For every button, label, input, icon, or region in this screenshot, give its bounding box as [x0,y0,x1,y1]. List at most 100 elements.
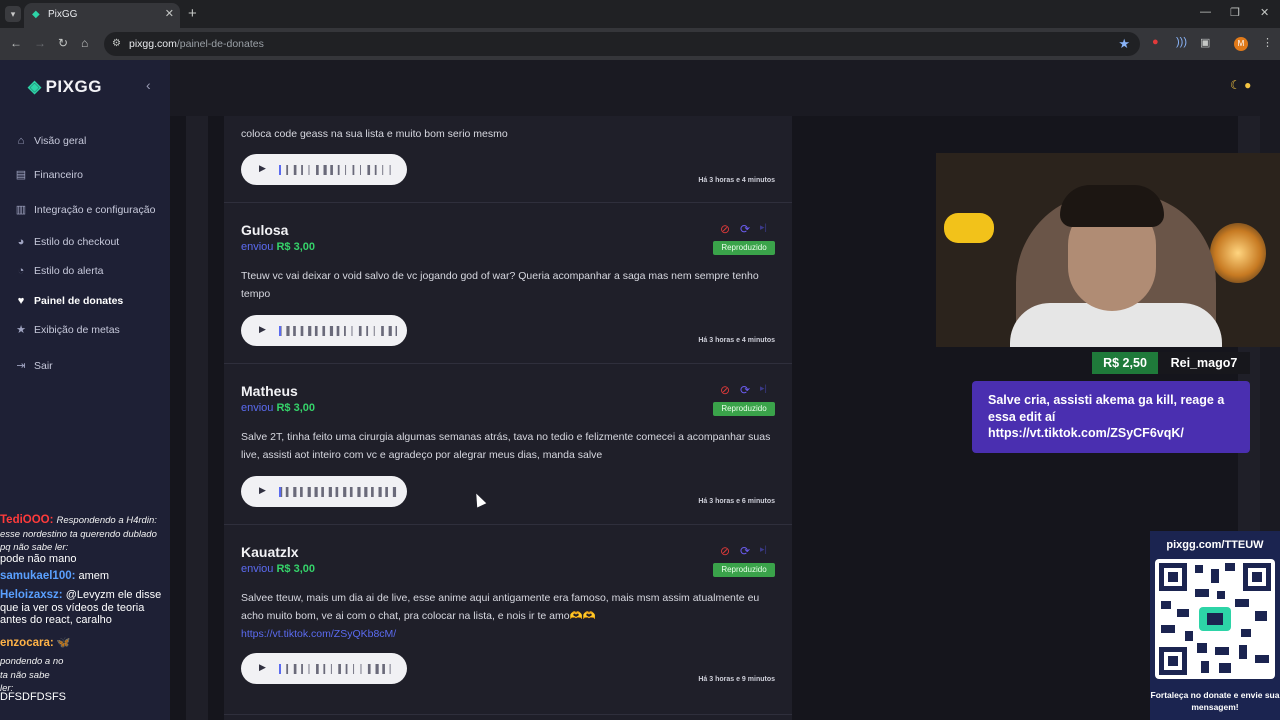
donate-icon: ♥ [17,295,25,307]
block-icon[interactable]: ⊘ [720,544,730,558]
alert-message: Salve cria, assisti akema ga kill, reage… [972,381,1250,453]
waveform[interactable]: ▏▎▍▎▏▍▎▏▍▎▏▏▍▌▍▏▎▍▏▍ [279,664,397,674]
media-icon[interactable]: ))) [1176,36,1187,48]
address-bar[interactable]: ⚙ pixgg.com/painel-de-donates ★ [104,32,1140,56]
sidebar-item-estilo-checkout[interactable]: ◕ Estilo do checkout [14,234,170,252]
donation-time: Há 3 horas e 4 minutos [698,177,775,184]
minimize-icon[interactable]: — [1200,6,1211,18]
extensions-puzzle-icon[interactable]: ▣ [1200,36,1210,49]
sidebar-item-painel-donates[interactable]: ♥ Painel de donates [14,293,170,311]
replay-icon[interactable]: ⟳ [740,383,750,397]
sidebar-item-visao-geral[interactable]: ⌂ Visão geral [14,133,170,151]
block-icon[interactable]: ⊘ [720,383,730,397]
pixgg-logo-icon: ◈ [28,77,42,96]
qr-overlay: pixgg.com/TTEUW Fortaleça no donate e en… [1150,531,1280,720]
chat-text: amem [78,570,110,582]
donor-name: Kauatzlx [241,544,299,560]
donation-amount: R$ 3,00 [276,563,316,575]
palette-icon: ◕ [17,236,25,248]
donation-time: Há 3 horas e 4 minutos [698,337,775,344]
donation-amount-line: enviou R$ 3,00 [241,241,316,253]
lamp-light [1210,223,1266,283]
browser-tab-bar: ▾ ◆ PixGG ✕ + — ❐ ✕ [0,0,1280,28]
sidebar-item-integracao[interactable]: ▥ Integração e configuração [14,202,170,220]
sidebar-item-label: Estilo do checkout [34,236,120,248]
browser-tab[interactable]: ◆ PixGG ✕ [24,3,180,28]
skip-icon[interactable]: ▸| [760,383,767,394]
chat-username: enzocara: [0,637,54,649]
home-icon: ⌂ [17,135,25,147]
donation-amount: R$ 3,00 [276,241,316,253]
chat-username: Heloizaxsz: [0,589,63,601]
home-icon[interactable]: ⌂ [81,36,88,50]
donation-amount-line: enviou R$ 3,00 [241,563,316,575]
donation-message: Salvee tteuw, mais um dia ai de live, es… [241,592,760,640]
sidebar-item-financeiro[interactable]: ▤ Financeiro [14,167,170,185]
donation-message: coloca code geass na sua lista e muito b… [241,128,508,140]
status-badge: Reproduzido [713,241,775,255]
audio-player[interactable]: ▶ ▏▎▍▎▏▍▎▏▍▎▏▏▍▌▍▏▎▍▏▍ [241,653,407,684]
close-window-icon[interactable]: ✕ [1260,6,1269,19]
new-tab-button[interactable]: + [188,5,197,22]
brand-logo[interactable]: ◈ PIXGG [28,77,102,97]
waveform[interactable]: ▍▌▍▍▌▍▍▌▍▎▏▍▎▏▍▌▍▍▌▍ [279,326,397,336]
menu-dots-icon[interactable]: ⋮ [1262,36,1273,49]
sidebar-item-estilo-alerta[interactable]: ◔ Estilo do alerta [14,263,170,281]
replay-icon[interactable]: ⟳ [740,222,750,236]
sidebar-item-sair[interactable]: ⇥ Sair [14,358,170,376]
donation-message: Salve 2T, tinha feito uma cirurgia algum… [241,431,771,461]
close-tab-icon[interactable]: ✕ [165,7,174,20]
audio-player[interactable]: ▶ ▍▌▍▍▌▍▍▌▍▎▏▍▎▏▍▌▍▍▌▍ [241,315,407,346]
donation-link[interactable]: https://vt.tiktok.com/ZSyQKb8cM/ [241,628,396,640]
skip-icon[interactable]: ▸| [760,222,767,233]
reload-icon[interactable]: ↻ [58,36,68,50]
sidebar-item-label: Integração e configuração [34,204,156,216]
browser-toolbar: ← → ↻ ⌂ ⚙ pixgg.com/painel-de-donates ★ … [0,28,1280,60]
bookmark-star-icon[interactable]: ★ [1118,36,1130,52]
donation-time: Há 3 horas e 6 minutos [698,498,775,505]
back-icon[interactable]: ← [10,36,22,50]
extension-icon[interactable]: ● [1152,36,1159,48]
play-icon[interactable]: ▶ [259,662,266,673]
tab-search-icon[interactable]: ▾ [5,6,21,22]
settings-icon: ▥ [15,204,27,216]
play-icon[interactable]: ▶ [259,163,266,174]
chat-text: pode não mano [0,553,77,565]
donor-name: Matheus [241,383,298,399]
audio-player[interactable]: ▶ ▏▎▍▎▏▍▌▍▎▏▎▏▍▎▏▏▎▏▎▏ [241,154,407,185]
chat-message: enzocara: 🦋 [0,637,170,650]
forward-icon[interactable]: → [34,36,46,50]
replay-icon[interactable]: ⟳ [740,544,750,558]
status-badge: Reproduzido [713,563,775,577]
qr-code [1155,559,1275,679]
collapse-sidebar-icon[interactable]: ‹ [146,77,151,93]
skip-icon[interactable]: ▸| [760,544,767,555]
play-icon[interactable]: ▶ [259,485,266,496]
lamp-light [944,213,994,243]
block-icon[interactable]: ⊘ [720,222,730,236]
audio-player[interactable]: ▶ ▌▍▌▍▌▌▍▌▍▌▍▌▌▍▌▍▌▍▌▌ [241,476,407,507]
theme-toggle-moon-icon[interactable]: ☾ ● [1230,78,1251,92]
chat-text: 🦋 [56,637,71,649]
waveform[interactable]: ▌▍▌▍▌▌▍▌▍▌▍▌▌▍▌▍▌▍▌▌ [279,487,397,497]
sidebar-item-label: Estilo do alerta [34,265,104,277]
donation-card: Matheus enviou R$ 3,00 ⊘ ⟳ ▸| Reproduzid… [224,364,792,525]
restore-icon[interactable]: ❐ [1230,6,1240,19]
donation-actions: ⊘ ⟳ ▸| [714,222,776,236]
play-icon[interactable]: ▶ [259,324,266,335]
sidebar-item-exibicao-metas[interactable]: ★ Exibição de metas [14,322,170,340]
profile-avatar[interactable]: M [1234,37,1248,51]
chat-message: TediOOO: Respondendo a H4rdin: esse nord… [0,514,170,555]
donor-name: Gulosa [241,222,289,238]
site-info-icon[interactable]: ⚙ [112,38,121,49]
qr-url: pixgg.com/TTEUW [1166,539,1264,551]
chat-message: samukael100: amem [0,570,170,583]
url-text: pixgg.com/painel-de-donates [129,38,264,50]
sidebar-item-label: Visão geral [34,135,87,147]
waveform[interactable]: ▏▎▍▎▏▍▌▍▎▏▎▏▍▎▏▏▎▏▎▏ [279,165,397,175]
donations-panel[interactable]: coloca code geass na sua lista e muito b… [224,116,792,720]
donation-actions: ⊘ ⟳ ▸| [714,544,776,558]
qr-call-to-action: Fortaleça no donate e envie sua mensagem… [1150,690,1280,712]
chat-text: pondendo a no ta não sabe ler: [0,656,64,694]
sidebar-item-label: Exibição de metas [34,324,120,336]
